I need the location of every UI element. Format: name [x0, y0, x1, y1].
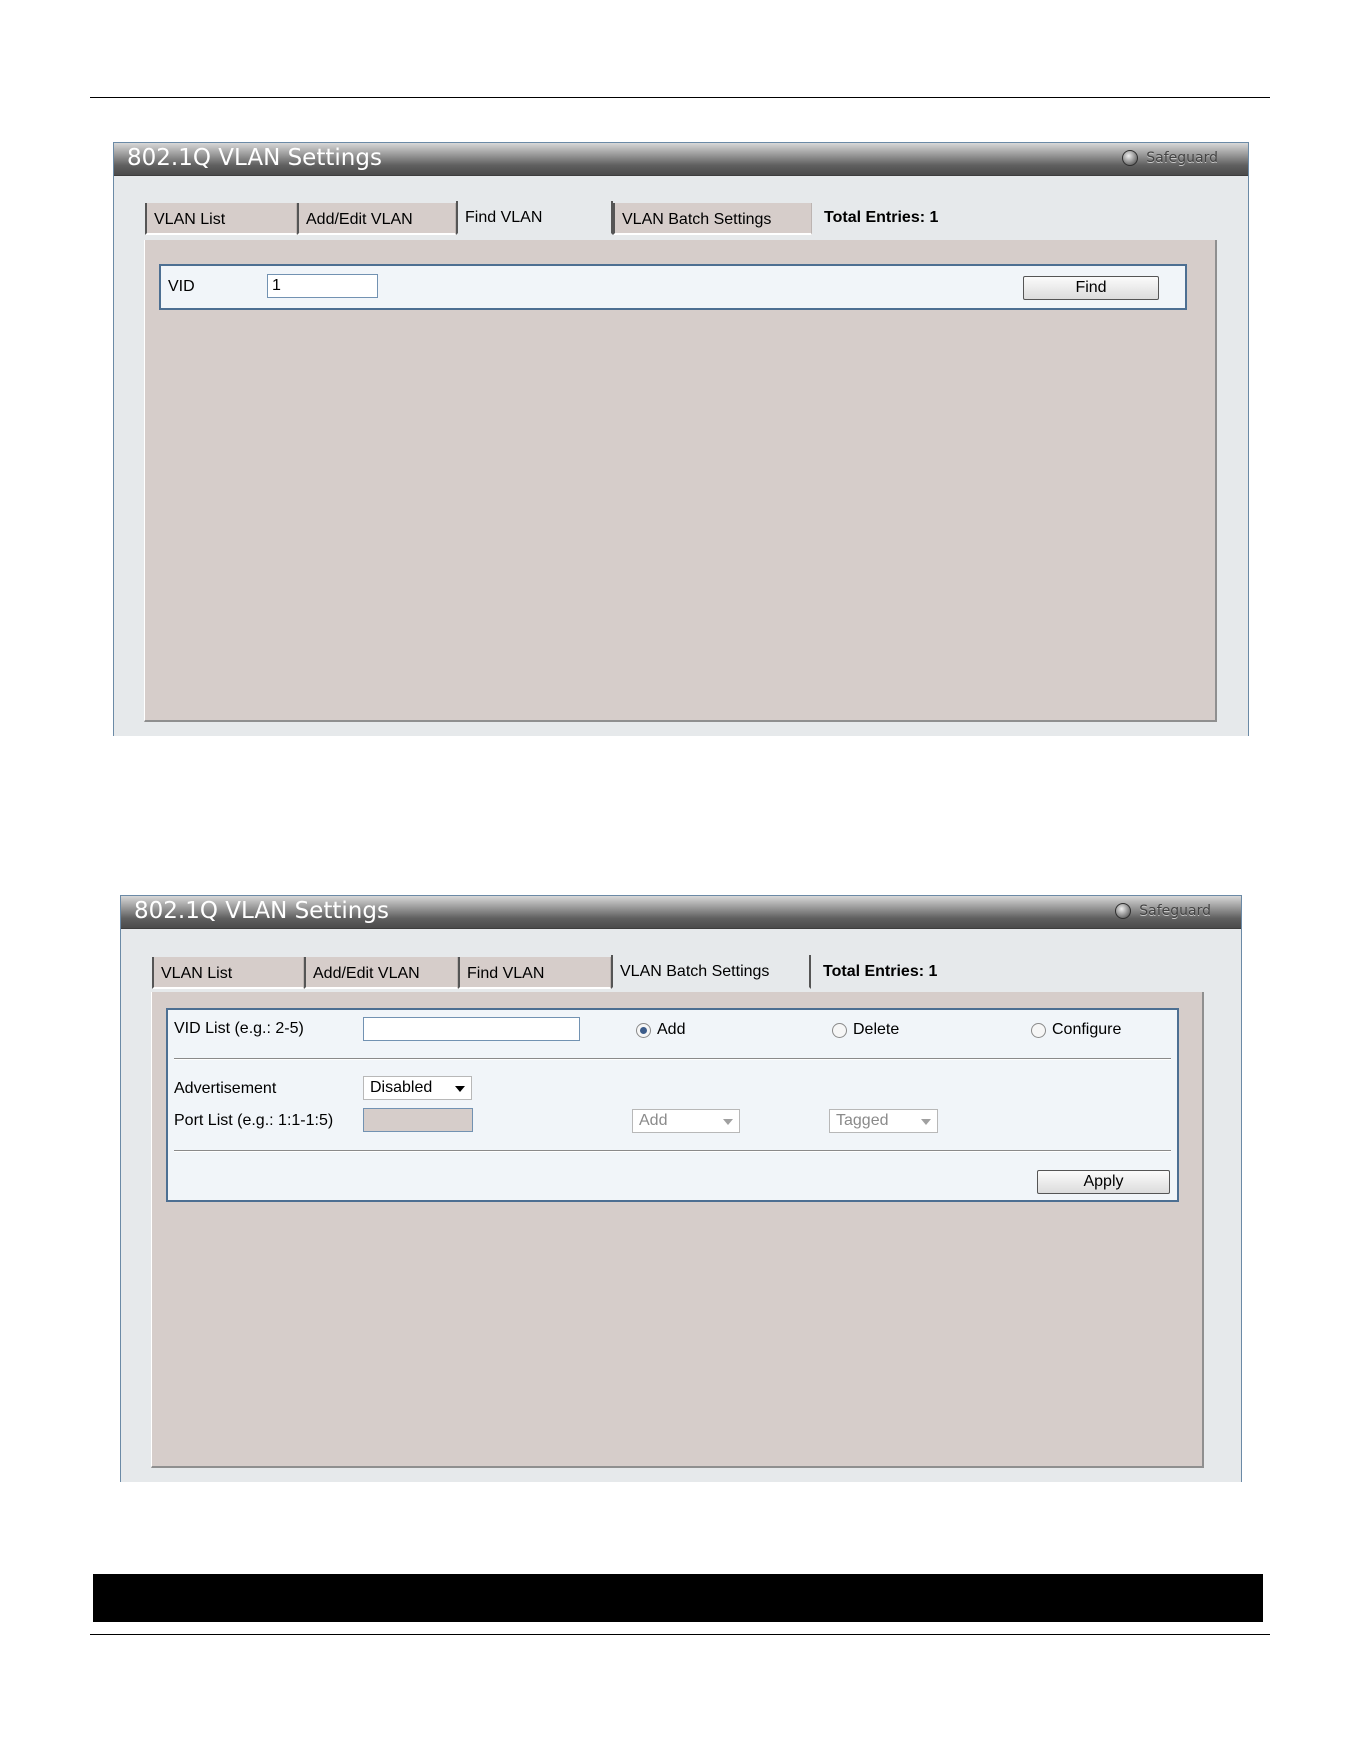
tab-content: VID List (e.g.: 2-5) Add Delete Configur…: [151, 992, 1204, 1468]
tab-content: VID Find: [144, 240, 1217, 722]
safeguard-label: Safeguard: [1139, 903, 1211, 919]
tab-vlan-list[interactable]: VLAN List: [152, 957, 304, 989]
tab-bar: VLAN List Add/Edit VLAN Find VLAN VLAN B…: [145, 201, 938, 235]
port-action-select[interactable]: Add: [632, 1109, 740, 1133]
radio-configure-icon: [1031, 1022, 1046, 1038]
advertisement-select[interactable]: Disabled: [363, 1076, 472, 1100]
safeguard-indicator[interactable]: Safeguard: [1122, 150, 1218, 166]
advertisement-label: Advertisement: [174, 1080, 277, 1097]
radio-add[interactable]: Add: [636, 1021, 685, 1039]
tab-vlan-batch-settings[interactable]: VLAN Batch Settings: [611, 955, 811, 989]
footer-black-bar: [93, 1574, 1263, 1622]
radio-configure[interactable]: Configure: [1031, 1021, 1121, 1039]
vlan-settings-panel-batch: 802.1Q VLAN Settings Safeguard VLAN List…: [120, 895, 1242, 1482]
tab-find-vlan[interactable]: Find VLAN: [456, 201, 613, 235]
vid-input[interactable]: [267, 274, 378, 298]
total-entries: Total Entries: 1: [824, 209, 939, 226]
advertisement-value: Disabled: [370, 1079, 433, 1096]
chevron-down-icon: [723, 1119, 733, 1125]
vid-list-label: VID List (e.g.: 2-5): [174, 1020, 304, 1037]
page-top-rule: [90, 97, 1270, 98]
tab-vlan-list[interactable]: VLAN List: [145, 203, 297, 235]
port-list-label: Port List (e.g.: 1:1-1:5): [174, 1112, 334, 1129]
vlan-settings-panel-find: 802.1Q VLAN Settings Safeguard VLAN List…: [113, 142, 1249, 736]
panel-header: 802.1Q VLAN Settings Safeguard: [114, 143, 1248, 176]
panel-header: 802.1Q VLAN Settings Safeguard: [121, 896, 1241, 929]
tab-vlan-batch-settings[interactable]: VLAN Batch Settings: [613, 203, 812, 235]
radio-add-label: Add: [657, 1021, 686, 1038]
panel-title: 802.1Q VLAN Settings: [127, 145, 382, 171]
apply-button[interactable]: Apply: [1037, 1170, 1170, 1194]
vid-label: VID: [168, 278, 195, 295]
form-divider-bottom: [174, 1150, 1171, 1152]
chevron-down-icon: [455, 1086, 465, 1092]
page-bottom-rule: [90, 1634, 1270, 1635]
tab-add-edit-vlan[interactable]: Add/Edit VLAN: [297, 203, 456, 235]
find-vlan-form: VID Find: [159, 264, 1187, 310]
form-divider-top: [174, 1058, 1171, 1060]
safeguard-status-icon: [1115, 903, 1132, 919]
port-tag-select[interactable]: Tagged: [829, 1109, 938, 1133]
total-entries: Total Entries: 1: [823, 963, 938, 980]
radio-delete[interactable]: Delete: [832, 1021, 899, 1039]
radio-add-icon: [636, 1022, 651, 1038]
vlan-batch-form: VID List (e.g.: 2-5) Add Delete Configur…: [166, 1008, 1179, 1202]
tab-bar: VLAN List Add/Edit VLAN Find VLAN VLAN B…: [152, 955, 937, 989]
port-list-input[interactable]: [363, 1108, 473, 1132]
chevron-down-icon: [921, 1119, 931, 1125]
radio-delete-icon: [832, 1022, 847, 1038]
tab-add-edit-vlan[interactable]: Add/Edit VLAN: [304, 957, 458, 989]
port-tag-value: Tagged: [836, 1112, 889, 1129]
vid-list-input[interactable]: [363, 1017, 580, 1041]
radio-configure-label: Configure: [1052, 1021, 1122, 1038]
port-action-value: Add: [639, 1112, 668, 1129]
safeguard-label: Safeguard: [1146, 150, 1218, 166]
find-button[interactable]: Find: [1023, 276, 1159, 300]
tab-find-vlan[interactable]: Find VLAN: [458, 957, 611, 989]
panel-title: 802.1Q VLAN Settings: [134, 898, 389, 924]
safeguard-status-icon: [1122, 150, 1139, 166]
safeguard-indicator[interactable]: Safeguard: [1115, 903, 1211, 919]
radio-delete-label: Delete: [853, 1021, 900, 1038]
